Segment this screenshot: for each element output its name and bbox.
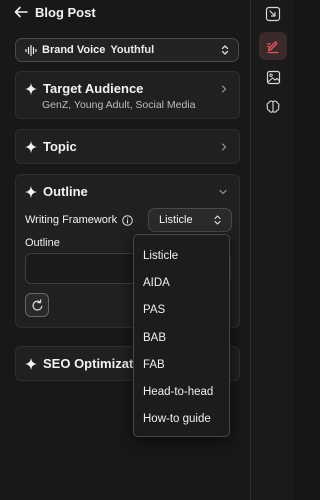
- framework-dropdown-menu: Listicle AIDA PAS BAB FAB Head-to-head H…: [133, 234, 230, 437]
- edit-button[interactable]: [259, 32, 287, 60]
- dropdown-option[interactable]: PAS: [134, 297, 229, 324]
- regenerate-button[interactable]: [25, 293, 49, 317]
- sparkle-icon: [25, 185, 37, 198]
- writing-framework-text: Writing Framework: [25, 214, 118, 226]
- chevron-up-down-icon: [221, 45, 229, 55]
- brain-button[interactable]: [259, 93, 287, 121]
- chevron-right-icon: [221, 143, 227, 151]
- writing-framework-select[interactable]: Listicle: [148, 208, 232, 232]
- image-button[interactable]: [259, 63, 287, 91]
- sparkle-icon: [25, 357, 37, 370]
- expand-image-button[interactable]: [259, 0, 287, 28]
- target-audience-subtitle: GenZ, Young Adult, Social Media: [42, 99, 196, 111]
- brain-icon: [266, 100, 280, 113]
- sparkle-icon: [25, 140, 37, 153]
- writing-framework-label: Writing Framework: [25, 214, 133, 226]
- right-toolbar: [251, 0, 294, 500]
- sound-wave-icon: [25, 44, 37, 56]
- outline-title: Outline: [43, 184, 88, 199]
- dropdown-option[interactable]: AIDA: [134, 269, 229, 296]
- expand-image-icon: [265, 6, 281, 22]
- header: Blog Post: [0, 0, 250, 24]
- brand-voice-label: Brand Voice: [42, 44, 106, 56]
- target-audience-card[interactable]: Target Audience GenZ, Young Adult, Socia…: [15, 71, 240, 119]
- info-icon[interactable]: [122, 214, 133, 226]
- dropdown-option[interactable]: How-to guide: [134, 406, 229, 433]
- topic-header: Topic: [25, 139, 77, 154]
- sparkle-icon: [25, 82, 37, 95]
- page-title: Blog Post: [35, 4, 96, 20]
- target-audience-title: Target Audience: [43, 81, 144, 96]
- dropdown-option[interactable]: Listicle: [134, 242, 229, 269]
- target-audience-header: Target Audience: [25, 81, 143, 96]
- brand-voice-value: Youthful: [110, 44, 155, 56]
- chevron-right-icon: [221, 85, 227, 93]
- dropdown-option[interactable]: FAB: [134, 351, 229, 378]
- image-icon: [266, 70, 280, 84]
- dropdown-option[interactable]: Head-to-head: [134, 378, 229, 405]
- outline-header[interactable]: Outline: [25, 184, 88, 199]
- brand-voice-select[interactable]: Brand Voice Youthful: [15, 38, 239, 62]
- refresh-icon: [31, 298, 42, 311]
- topic-card[interactable]: Topic: [15, 129, 240, 164]
- topic-title: Topic: [43, 139, 77, 154]
- main-panel: Blog Post Brand Voice Youthful Target Au…: [0, 0, 250, 500]
- chevron-down-icon[interactable]: [219, 188, 227, 196]
- outline-label: Outline: [25, 237, 60, 249]
- writing-framework-value: Listicle: [159, 214, 193, 226]
- chevron-up-down-icon: [214, 215, 221, 225]
- dropdown-option[interactable]: BAB: [134, 324, 229, 351]
- back-arrow-icon[interactable]: [14, 5, 28, 19]
- edit-pen-icon: [266, 41, 279, 54]
